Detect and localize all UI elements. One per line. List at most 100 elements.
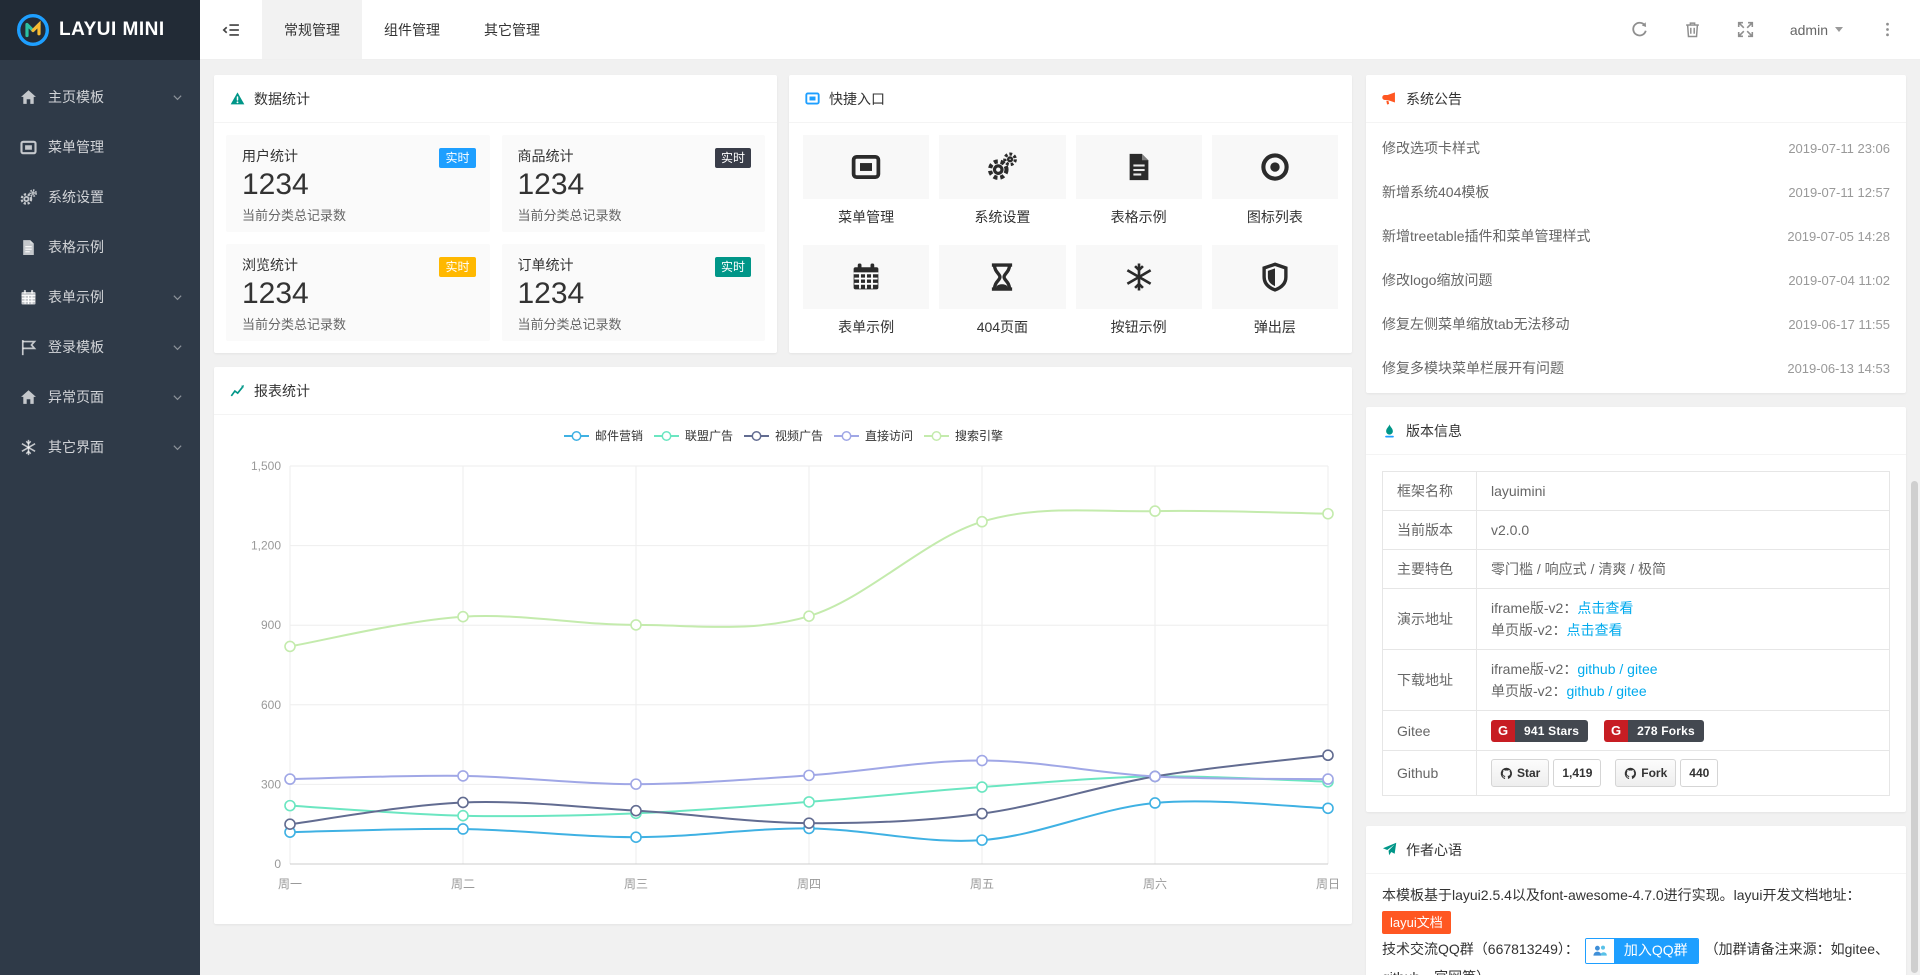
quick-entry-menu-management[interactable]: 菜单管理 [803, 135, 929, 227]
announcement-item: 修改选项卡样式 2019-07-11 23:06 [1366, 126, 1906, 170]
legend-item[interactable]: 视频广告 [743, 427, 823, 444]
sidebar: LAYUI MINI 主页模板 菜单管理 系统设置 表格示例 表单示例 登录模板 [0, 0, 200, 975]
announcement-date: 2019-06-13 14:53 [1787, 361, 1890, 376]
hourglass-icon [987, 262, 1017, 292]
tab-bar: 常规管理 组件管理 其它管理 [262, 0, 562, 59]
stat-box-views: 浏览统计 实时 1234 当前分类总记录数 [226, 244, 490, 341]
announcement-date: 2019-07-11 12:57 [1788, 185, 1890, 200]
demo-iframe-link[interactable]: 点击查看 [1577, 600, 1633, 616]
snowflake-icon [1124, 262, 1154, 292]
version-label: 主要特色 [1383, 550, 1477, 589]
sidebar-item-menu-management[interactable]: 菜单管理 [0, 122, 200, 172]
sidebar-item-error-pages[interactable]: 异常页面 [0, 372, 200, 422]
sidebar-item-label: 登录模板 [48, 337, 171, 357]
sidebar-item-home-template[interactable]: 主页模板 [0, 72, 200, 122]
sidebar-item-other-pages[interactable]: 其它界面 [0, 422, 200, 472]
version-label: 下载地址 [1383, 650, 1477, 711]
demo-spa-link[interactable]: 点击查看 [1566, 622, 1622, 638]
line-chart-icon [230, 383, 245, 398]
sidebar-item-label: 主页模板 [48, 87, 171, 107]
more-vertical-icon[interactable] [1879, 21, 1896, 38]
shrink-menu-icon [222, 21, 240, 39]
tab-general-management[interactable]: 常规管理 [262, 0, 362, 59]
legend-item[interactable]: 直接访问 [833, 427, 913, 444]
sidebar-item-table-example[interactable]: 表格示例 [0, 222, 200, 272]
trash-icon[interactable] [1684, 21, 1701, 38]
announcement-title: 新增treetable插件和菜单管理样式 [1382, 226, 1590, 246]
table-row: 主要特色 零门槛 / 响应式 / 清爽 / 极简 [1383, 550, 1890, 589]
download-spa-links[interactable]: github / gitee [1566, 683, 1646, 699]
quick-grid: 菜单管理 系统设置 表格示例 图标列表 [789, 123, 1352, 349]
legend-marker-icon [653, 430, 680, 442]
svg-text:周三: 周三 [624, 877, 648, 891]
legend-marker-icon [923, 430, 950, 442]
sidebar-item-label: 其它界面 [48, 437, 171, 457]
sidebar-item-form-example[interactable]: 表单示例 [0, 272, 200, 322]
gitee-logo-icon: G [1604, 720, 1628, 742]
legend-item[interactable]: 邮件营销 [563, 427, 643, 444]
stat-desc: 当前分类总记录数 [242, 205, 474, 224]
sidebar-item-login-template[interactable]: 登录模板 [0, 322, 200, 372]
stat-desc: 当前分类总记录数 [242, 314, 474, 333]
author-text: 本模板基于layui2.5.4以及font-awesome-4.7.0进行实现。… [1366, 874, 1906, 975]
tab-label: 常规管理 [284, 20, 340, 40]
sidebar-item-system-settings[interactable]: 系统设置 [0, 172, 200, 222]
system-announcements-card: 系统公告 修改选项卡样式 2019-07-11 23:06 新增系统404模板 … [1366, 75, 1906, 393]
github-star-widget: Star 1,419 [1491, 759, 1601, 787]
github-fork-button[interactable]: Fork [1615, 759, 1676, 787]
chevron-down-icon [171, 291, 184, 304]
github-fork-count[interactable]: 440 [1680, 759, 1718, 787]
fullscreen-icon[interactable] [1737, 21, 1754, 38]
quick-entry-button-example[interactable]: 按钮示例 [1076, 245, 1202, 337]
github-star-count[interactable]: 1,419 [1553, 759, 1601, 787]
gitee-forks-badge[interactable]: G 278 Forks [1604, 720, 1704, 742]
svg-text:900: 900 [261, 618, 281, 632]
user-menu[interactable]: admin [1790, 22, 1843, 38]
vertical-scrollbar[interactable] [1911, 62, 1919, 973]
window-icon [851, 152, 881, 182]
tab-component-management[interactable]: 组件管理 [362, 0, 462, 59]
table-row: 框架名称 layuimini [1383, 472, 1890, 511]
join-qq-group-button[interactable]: 加入QQ群 [1585, 938, 1699, 964]
table-row: 当前版本 v2.0.0 [1383, 511, 1890, 550]
announcement-date: 2019-07-11 23:06 [1788, 141, 1890, 156]
scrollbar-thumb[interactable] [1911, 481, 1918, 973]
tab-other-management[interactable]: 其它管理 [462, 0, 562, 59]
quick-entry-system-settings[interactable]: 系统设置 [939, 135, 1065, 227]
announcement-title: 修改选项卡样式 [1382, 138, 1480, 158]
svg-text:0: 0 [274, 857, 281, 871]
sidebar-item-label: 菜单管理 [48, 137, 184, 157]
home-icon [20, 389, 37, 406]
quick-entry-label: 菜单管理 [803, 207, 929, 227]
gitee-badges: G 941 Stars G 278 Forks [1477, 711, 1890, 751]
author-line-2: 技术交流QQ群（667813249）：加入QQ群（加群请备注来源：如gitee、… [1382, 936, 1890, 975]
card-header: 数据统计 [214, 75, 777, 123]
quick-entry-table-example[interactable]: 表格示例 [1076, 135, 1202, 227]
download-iframe-links[interactable]: github / gitee [1577, 661, 1657, 677]
quick-entry-icon-list[interactable]: 图标列表 [1212, 135, 1338, 227]
sidebar-collapse-button[interactable] [200, 0, 262, 59]
gitee-stars-badge[interactable]: G 941 Stars [1491, 720, 1588, 742]
svg-text:周六: 周六 [1143, 877, 1167, 891]
quick-entry-label: 表格示例 [1076, 207, 1202, 227]
announcement-date: 2019-06-17 11:55 [1788, 317, 1890, 332]
card-header: 作者心语 [1366, 826, 1906, 874]
layui-doc-badge[interactable]: layui文档 [1382, 911, 1451, 934]
quick-entry-404-page[interactable]: 404页面 [939, 245, 1065, 337]
legend-item[interactable]: 联盟广告 [653, 427, 733, 444]
card-header: 系统公告 [1366, 75, 1906, 123]
framework-name: layuimini [1477, 472, 1890, 511]
announcement-item: 修复左侧菜单缩放tab无法移动 2019-06-17 11:55 [1366, 302, 1906, 346]
stat-value: 1234 [242, 275, 474, 313]
file-icon [1124, 152, 1154, 182]
refresh-icon[interactable] [1631, 21, 1648, 38]
stats-grid: 用户统计 实时 1234 当前分类总记录数 商品统计 实时 1234 当前分类总… [214, 123, 777, 353]
report-line-chart[interactable]: 03006009001,2001,500周一周二周三周四周五周六周日 [228, 446, 1338, 916]
home-icon [20, 89, 37, 106]
left-column: 数据统计 用户统计 实时 1234 当前分类总记录数 商品统计 实时 1234 … [214, 75, 1352, 960]
quick-entry-popup-layer[interactable]: 弹出层 [1212, 245, 1338, 337]
quick-entry-form-example[interactable]: 表单示例 [803, 245, 929, 337]
github-star-button[interactable]: Star [1491, 759, 1549, 787]
tab-label: 其它管理 [484, 20, 540, 40]
legend-item[interactable]: 搜索引擎 [923, 427, 1003, 444]
